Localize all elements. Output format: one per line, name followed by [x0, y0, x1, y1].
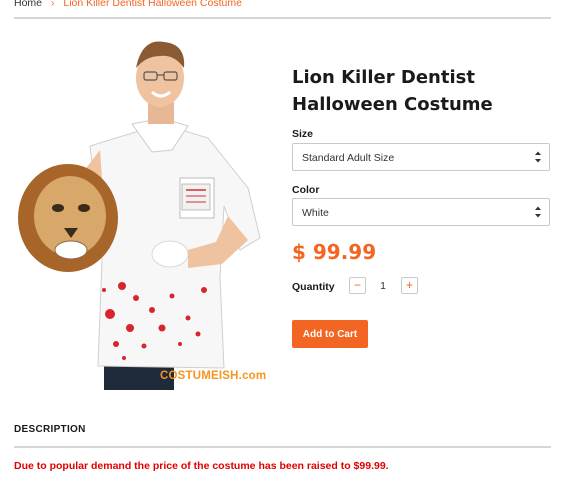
product-title: Lion Killer Dentist Halloween Costume	[292, 67, 493, 115]
quantity-increment-button[interactable]: +	[401, 277, 418, 294]
product-image[interactable]	[12, 28, 274, 390]
breadcrumb-separator-icon: ›	[51, 0, 55, 9]
quantity-value[interactable]: 1	[376, 280, 390, 292]
add-to-cart-button[interactable]: Add to Cart	[292, 320, 368, 348]
description-text: Due to popular demand the price of the c…	[14, 460, 389, 472]
product-price: $ 99.99	[292, 240, 377, 264]
select-arrows-icon	[535, 151, 541, 163]
header-divider	[14, 17, 551, 19]
description-heading: DESCRIPTION	[14, 424, 86, 435]
size-select-value: Standard Adult Size	[302, 152, 395, 164]
breadcrumb-current-page: Lion Killer Dentist Halloween Costume	[63, 0, 242, 9]
quantity-decrement-button[interactable]: −	[349, 277, 366, 294]
color-select-value: White	[302, 207, 329, 219]
description-divider	[14, 446, 551, 448]
color-select[interactable]: White	[292, 198, 550, 226]
size-label: Size	[292, 128, 314, 140]
image-watermark: COSTUMEISH.com	[160, 370, 267, 382]
size-select[interactable]: Standard Adult Size	[292, 143, 550, 171]
quantity-label: Quantity	[292, 281, 335, 293]
select-arrows-icon	[535, 206, 541, 218]
color-label: Color	[292, 184, 320, 196]
breadcrumb-home-link[interactable]: Home	[14, 0, 42, 9]
